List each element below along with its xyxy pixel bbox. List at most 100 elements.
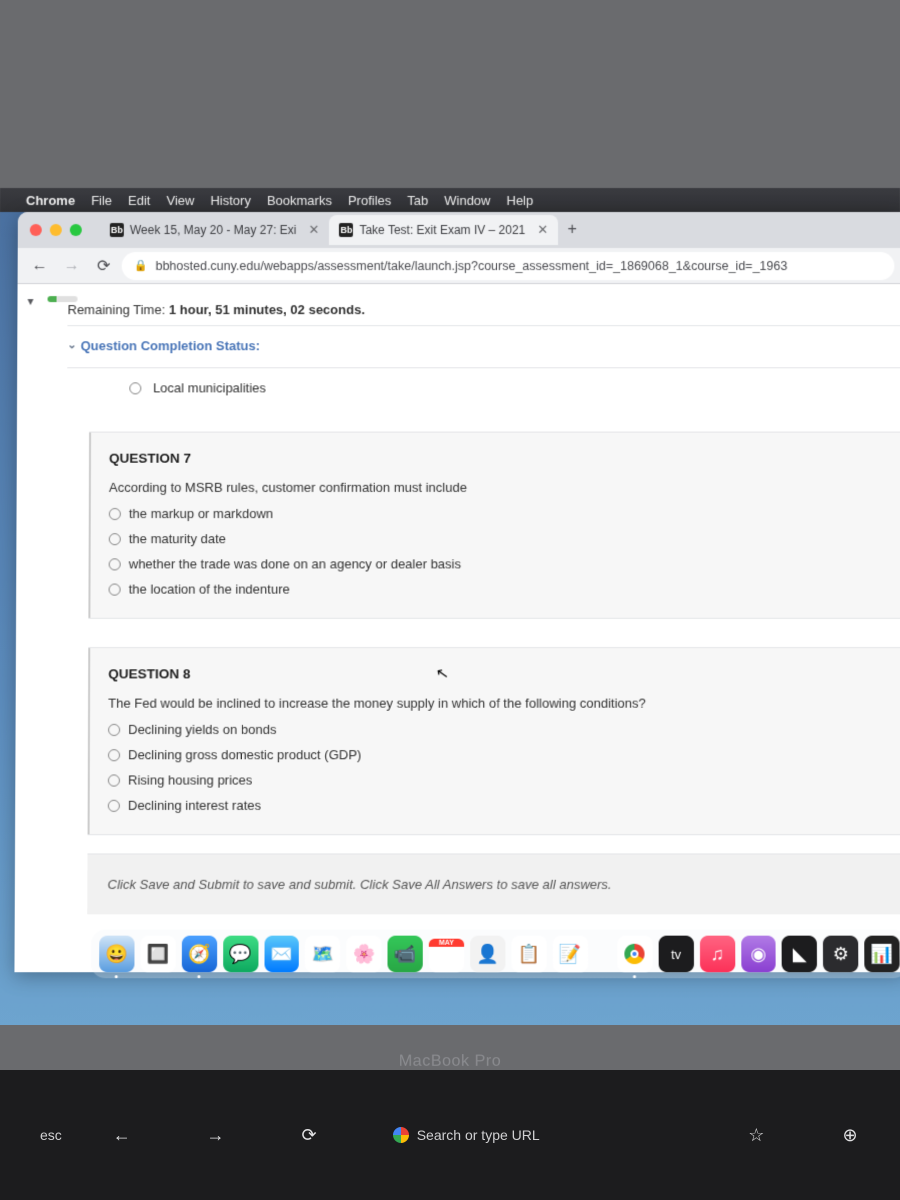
favicon-bb-icon: Bb [110,223,124,237]
menu-window[interactable]: Window [444,192,490,207]
calendar-month: MAY [429,939,464,947]
menu-edit[interactable]: Edit [128,192,150,207]
option-b[interactable]: Declining gross domestic product (GDP) [108,742,885,767]
safari-icon[interactable]: 🧭 [182,936,217,973]
disclosure-icon[interactable]: ▾ [27,294,43,310]
question-stem: The Fed would be inclined to increase th… [108,696,884,711]
new-tab-button[interactable]: + [558,221,586,239]
shortcuts-icon[interactable]: ◣ [782,936,817,973]
url-text: bbhosted.cuny.edu/webapps/assessment/tak… [155,259,787,273]
menu-bookmarks[interactable]: Bookmarks [267,192,332,207]
question-completion-status[interactable]: Question Completion Status: [67,326,900,368]
menu-view[interactable]: View [166,192,194,207]
option-b[interactable]: the maturity date [109,526,884,551]
question-7: QUESTION 7 According to MSRB rules, cust… [88,432,900,619]
macos-menubar: Chrome File Edit View History Bookmarks … [0,188,900,212]
back-button[interactable]: ← [26,252,54,280]
calendar-icon[interactable]: MAY 27 [429,936,464,973]
radio-input[interactable] [108,799,120,811]
contacts-icon[interactable]: 👤 [470,936,505,973]
tab-label: Take Test: Exit Exam IV – 2021 [359,223,525,237]
touchbar-reload-icon[interactable]: ⟳ [289,1125,329,1146]
option-a[interactable]: the markup or markdown [109,501,884,526]
menu-file[interactable]: File [91,192,112,207]
option-a[interactable]: Declining yields on bonds [108,717,884,742]
radio-input[interactable] [109,533,121,545]
option-c[interactable]: Rising housing prices [108,767,885,792]
facetime-icon[interactable]: 📹 [388,936,423,973]
option-c[interactable]: whether the trade was done on an agency … [109,551,884,576]
radio-icon[interactable] [129,382,141,394]
calendar-day: 27 [437,947,455,969]
page-content: ▾ Remaining Time: 1 hour, 51 minutes, 02… [14,284,900,972]
appletv-icon[interactable]: tv [658,936,693,973]
google-icon [393,1127,409,1143]
browser-window: Bb Week 15, May 20 - May 27: Exi ✕ Bb Ta… [14,212,900,972]
option-label: Declining yields on bonds [128,722,276,737]
radio-input[interactable] [109,507,121,519]
option-label: whether the trade was done on an agency … [129,556,461,571]
option-label: Declining interest rates [128,798,261,813]
numbers-icon[interactable]: 📊 [864,936,899,973]
menu-tab[interactable]: Tab [407,192,428,207]
menu-help[interactable]: Help [507,192,534,207]
touchbar-search-label: Search or type URL [417,1127,540,1143]
progress-bar [48,296,78,302]
save-instructions: Click Save and Submit to save and submit… [87,853,900,914]
launchpad-icon[interactable]: 🔲 [140,936,175,973]
omnibox[interactable]: 🔒 bbhosted.cuny.edu/webapps/assessment/t… [122,252,895,280]
question-header: QUESTION 7 [109,451,883,466]
option-label: the maturity date [129,531,226,546]
keyboard-strip: esc ← → ⟳ Search or type URL ☆ ⊕ [0,1070,900,1200]
system-settings-icon[interactable]: ⚙︎ [823,936,858,973]
forward-button[interactable]: → [58,252,86,280]
browser-tab-2[interactable]: Bb Take Test: Exit Exam IV – 2021 ✕ [329,215,558,245]
reload-button[interactable]: ⟳ [90,252,118,280]
esc-key[interactable]: esc [40,1127,62,1143]
tab-bar: Bb Week 15, May 20 - May 27: Exi ✕ Bb Ta… [18,212,900,248]
remaining-time: Remaining Time: 1 hour, 51 minutes, 02 s… [67,292,900,326]
close-window-button[interactable] [30,224,42,236]
maximize-window-button[interactable] [70,224,82,236]
radio-input[interactable] [109,583,121,595]
browser-tab-1[interactable]: Bb Week 15, May 20 - May 27: Exi ✕ [100,215,330,245]
touchbar-newtab-icon[interactable]: ⊕ [830,1125,870,1146]
touchbar-search[interactable]: Search or type URL [383,1127,683,1143]
touchbar-star-icon[interactable]: ☆ [736,1125,776,1146]
close-tab-icon[interactable]: ✕ [531,222,548,238]
lock-icon: 🔒 [134,259,148,272]
messages-icon[interactable]: 💬 [223,936,258,973]
menu-history[interactable]: History [210,192,250,207]
notes-icon[interactable]: 📝 [552,936,587,973]
favicon-bb-icon: Bb [339,223,353,237]
address-bar: ← → ⟳ 🔒 bbhosted.cuny.edu/webapps/assess… [18,248,900,284]
finder-icon[interactable]: 😀 [99,936,134,973]
radio-input[interactable] [108,774,120,786]
option-label: the location of the indenture [129,582,290,597]
radio-input[interactable] [108,723,120,735]
reminders-icon[interactable]: 📋 [511,936,546,973]
mail-icon[interactable]: ✉️ [264,936,299,973]
minimize-window-button[interactable] [50,224,62,236]
close-tab-icon[interactable]: ✕ [302,222,319,238]
question-stem: According to MSRB rules, customer confir… [109,480,883,495]
chrome-icon[interactable] [617,936,652,973]
podcasts-icon[interactable]: ◉ [741,936,776,973]
window-controls [30,224,82,236]
question-8: QUESTION 8 The Fed would be inclined to … [88,647,900,835]
app-name[interactable]: Chrome [26,192,75,207]
menu-profiles[interactable]: Profiles [348,192,391,207]
option-d[interactable]: the location of the indenture [109,576,884,601]
question-header: QUESTION 8 [108,666,884,681]
option-label: Rising housing prices [128,772,252,787]
photos-icon[interactable]: 🌸 [346,936,381,973]
option-label: the markup or markdown [129,506,273,521]
radio-input[interactable] [109,558,121,570]
previous-question-option[interactable]: Local municipalities [107,372,900,403]
option-d[interactable]: Declining interest rates [108,793,885,818]
touchbar-forward-icon[interactable]: → [195,1125,235,1146]
touchbar-back-icon[interactable]: ← [102,1125,142,1146]
maps-icon[interactable]: 🗺️ [305,936,340,973]
music-icon[interactable]: ♫ [700,936,735,973]
radio-input[interactable] [108,749,120,761]
